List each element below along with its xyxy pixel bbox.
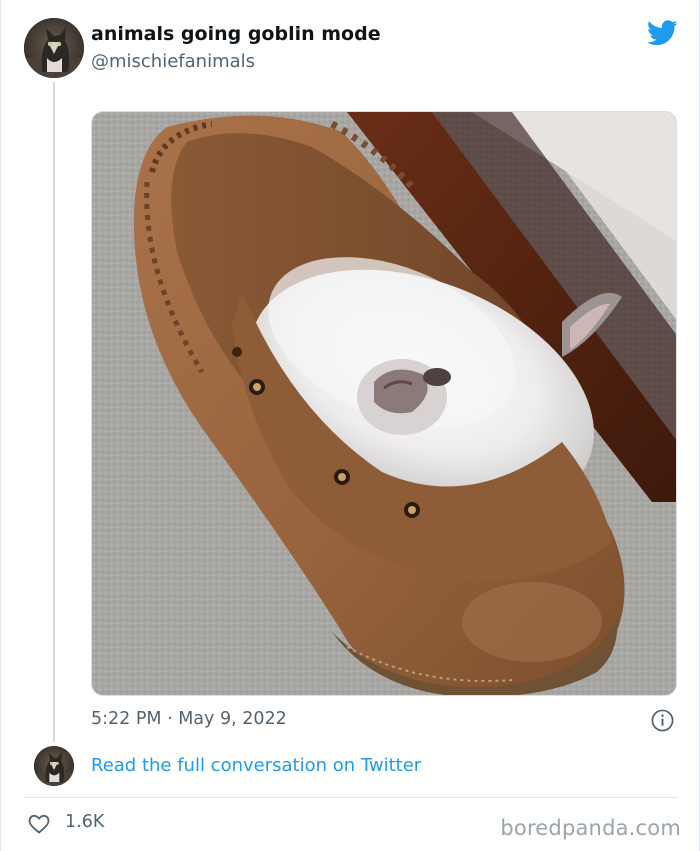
tweet-timestamp[interactable]: 5:22 PM · May 9, 2022 [91, 709, 287, 729]
like-count: 1.6K [65, 812, 105, 832]
heart-icon[interactable] [27, 812, 51, 836]
author-avatar[interactable] [24, 18, 84, 78]
author-handle[interactable]: @mischiefanimals [91, 51, 255, 72]
conversation-avatar[interactable] [34, 746, 74, 786]
divider [24, 797, 678, 798]
read-conversation-link[interactable]: Read the full conversation on Twitter [91, 755, 421, 776]
tweet-media-image[interactable] [91, 111, 677, 696]
twitter-bird-icon[interactable] [647, 20, 678, 46]
avatar-cat-image [34, 746, 74, 786]
kitten-in-shoe-photo [92, 112, 676, 695]
boredpanda-watermark: boredpanda.com [500, 816, 681, 840]
avatar-cat-image [24, 18, 84, 78]
thread-line [53, 82, 55, 742]
tweet-card: animals going goblin mode @mischiefanima… [0, 0, 700, 851]
info-icon[interactable] [651, 709, 674, 732]
author-display-name[interactable]: animals going goblin mode [91, 23, 381, 45]
